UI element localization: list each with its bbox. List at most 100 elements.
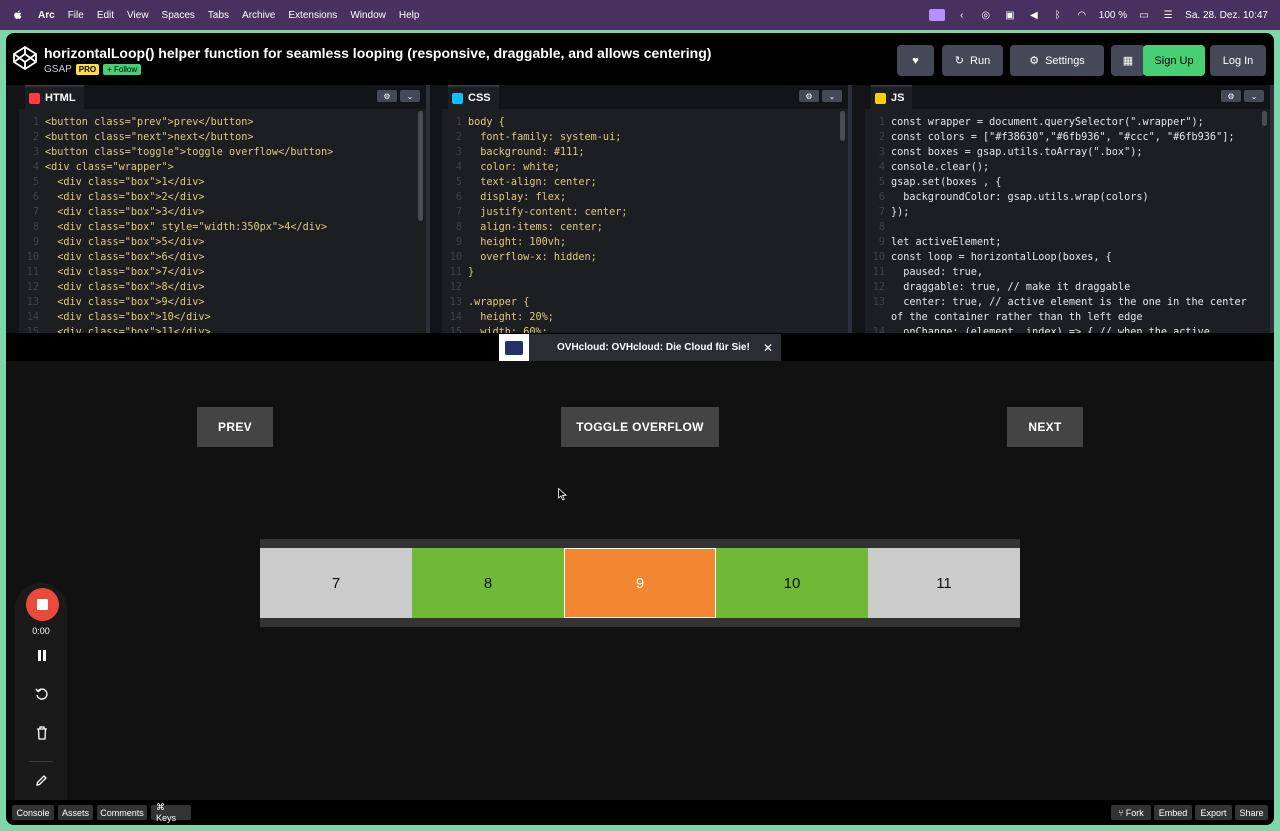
code-line[interactable]: 13 <div class="box">9</div> <box>19 295 414 310</box>
ad-banner[interactable]: OVHcloud: OVHcloud: Die Cloud für Sie! ✕ <box>499 334 781 361</box>
code-line[interactable]: 12 draggable: true, // make it draggable <box>865 280 1258 295</box>
export-button[interactable]: Export <box>1195 805 1232 820</box>
editor-settings-gear-icon[interactable]: ⚙ <box>1221 90 1241 102</box>
change-view-button[interactable]: ▦ <box>1111 45 1145 76</box>
apple-icon[interactable] <box>12 9 24 21</box>
run-button[interactable]: ↻ Run <box>942 45 1003 76</box>
menubar-datetime[interactable]: Sa. 28. Dez. 10:47 <box>1185 10 1268 21</box>
code-line[interactable]: 10 <div class="box">6</div> <box>19 250 414 265</box>
code-line[interactable]: 3 background: #111; <box>442 145 836 160</box>
code-line[interactable]: 11} <box>442 265 836 280</box>
battery-icon[interactable]: ▭ <box>1137 9 1151 21</box>
code-line[interactable]: 12 <div class="box">8</div> <box>19 280 414 295</box>
codepen-logo-icon[interactable] <box>12 45 38 71</box>
menu-window[interactable]: Window <box>350 10 386 21</box>
restart-icon[interactable] <box>33 685 50 702</box>
carousel-box[interactable]: 10 <box>716 548 868 618</box>
menu-archive[interactable]: Archive <box>242 10 275 21</box>
code-line[interactable]: 8 align-items: center; <box>442 220 836 235</box>
carousel-box[interactable]: 7 <box>260 548 412 618</box>
code-line[interactable]: 14 height: 20%; <box>442 310 836 325</box>
html-code[interactable]: 1 <button class="prev">prev</button> 2 <but… <box>19 115 414 333</box>
menu-file[interactable]: File <box>68 10 84 21</box>
calendar-icon[interactable]: ▣ <box>1003 9 1017 21</box>
next-button[interactable]: NEXT <box>1007 407 1083 447</box>
code-line[interactable]: 7 <div class="box">3</div> <box>19 205 414 220</box>
carousel-box[interactable]: 8 <box>412 548 564 618</box>
code-line[interactable]: 15 width: 60%; <box>442 325 836 333</box>
fork-button[interactable]: ⑂ Fork <box>1111 805 1151 820</box>
code-line[interactable]: 9 <div class="box">5</div> <box>19 235 414 250</box>
code-line[interactable]: 4 console.clear(); <box>865 160 1258 175</box>
embed-button[interactable]: Embed <box>1154 805 1192 820</box>
focus-icon[interactable]: ◎ <box>979 9 993 21</box>
js-editor[interactable]: JS ⚙ ⌄ 1 const wrapper = document.querySe… <box>865 85 1274 333</box>
menu-extensions[interactable]: Extensions <box>288 10 337 21</box>
signup-button[interactable]: Sign Up <box>1143 45 1205 76</box>
code-line[interactable]: 7 justify-content: center; <box>442 205 836 220</box>
code-line[interactable]: 1 <button class="prev">prev</button> <box>19 115 414 130</box>
volume-icon[interactable]: ◀ <box>1027 9 1041 21</box>
carousel-box[interactable]: 9 <box>564 548 716 618</box>
login-button[interactable]: Log In <box>1210 45 1266 76</box>
keys-button[interactable]: ⌘ Keys <box>151 802 191 823</box>
menu-view[interactable]: View <box>127 10 149 21</box>
screen-mirroring-icon[interactable] <box>928 9 945 21</box>
code-line[interactable]: 13 .wrapper { <box>442 295 836 310</box>
code-line[interactable]: 1 const wrapper = document.querySelector(… <box>865 115 1258 130</box>
html-editor[interactable]: HTML ⚙ ⌄ 1 <button class="prev">prev</but… <box>19 85 430 333</box>
scrollbar[interactable] <box>418 111 423 221</box>
code-line[interactable]: 15 <div class="box">11</div> <box>19 325 414 333</box>
code-line[interactable]: 10 const loop = horizontalLoop(boxes, { <box>865 250 1258 265</box>
pen-author[interactable]: GSAP <box>44 64 72 75</box>
pencil-icon[interactable] <box>33 772 50 789</box>
chevron-down-icon[interactable]: ⌄ <box>400 90 420 102</box>
stop-recording-button[interactable] <box>26 588 59 621</box>
scrollbar[interactable] <box>840 111 845 141</box>
wifi-icon[interactable]: ◠ <box>1075 9 1089 21</box>
css-editor[interactable]: CSS ⚙ ⌄ 1 body {2 font-family: system-ui;… <box>442 85 852 333</box>
code-line[interactable]: 11 <div class="box">7</div> <box>19 265 414 280</box>
toggle-overflow-button[interactable]: TOGGLE OVERFLOW <box>561 407 719 447</box>
editor-settings-gear-icon[interactable]: ⚙ <box>377 90 397 102</box>
code-line[interactable]: 5 <div class="box">1</div> <box>19 175 414 190</box>
code-line[interactable]: 8 <div class="box" style="width:350px">4… <box>19 220 414 235</box>
code-line[interactable]: 2 const colors = ["#f38630","#6fb936", "#… <box>865 130 1258 145</box>
chevron-left-icon[interactable]: ‹ <box>955 9 969 21</box>
chevron-down-icon[interactable]: ⌄ <box>1244 90 1264 102</box>
code-line[interactable]: 5 gsap.set(boxes , { <box>865 175 1258 190</box>
code-line[interactable]: 8 <box>865 220 1258 235</box>
share-button[interactable]: Share <box>1235 805 1268 820</box>
code-line[interactable]: 5 text-align: center; <box>442 175 836 190</box>
css-tab[interactable]: CSS <box>448 85 499 109</box>
code-line[interactable]: 14 <div class="box">10</div> <box>19 310 414 325</box>
code-line[interactable]: 9 let activeElement; <box>865 235 1258 250</box>
code-line[interactable]: 4 <div class="wrapper"> <box>19 160 414 175</box>
code-line[interactable]: 10 overflow-x: hidden; <box>442 250 836 265</box>
comments-button[interactable]: Comments <box>97 805 147 820</box>
code-line[interactable]: 14 onChange: (element, index) => { // wh… <box>865 325 1258 333</box>
prev-button[interactable]: PREV <box>197 407 273 447</box>
control-center-icon[interactable]: ☰ <box>1161 9 1175 21</box>
js-tab[interactable]: JS <box>871 85 913 109</box>
ad-text[interactable]: OVHcloud: OVHcloud: Die Cloud für Sie! <box>557 342 750 353</box>
assets-button[interactable]: Assets <box>58 805 93 820</box>
code-line[interactable]: 11 paused: true, <box>865 265 1258 280</box>
code-line[interactable]: 7}); <box>865 205 1258 220</box>
editor-settings-gear-icon[interactable]: ⚙ <box>799 90 819 102</box>
menu-help[interactable]: Help <box>399 10 420 21</box>
code-line[interactable]: 6 display: flex; <box>442 190 836 205</box>
pause-icon[interactable] <box>33 647 50 664</box>
code-line[interactable]: 4 color: white; <box>442 160 836 175</box>
carousel-box[interactable]: 11 <box>868 548 1020 618</box>
chevron-down-icon[interactable]: ⌄ <box>822 90 842 102</box>
console-button[interactable]: Console <box>12 805 54 820</box>
code-line[interactable]: 2 font-family: system-ui; <box>442 130 836 145</box>
follow-button[interactable]: + Follow <box>103 64 142 75</box>
settings-button[interactable]: ⚙ Settings <box>1010 45 1104 76</box>
trash-icon[interactable] <box>33 724 50 741</box>
code-line[interactable]: 12 <box>442 280 836 295</box>
menu-edit[interactable]: Edit <box>97 10 114 21</box>
js-code[interactable]: 1 const wrapper = document.querySelector(… <box>865 115 1258 333</box>
code-line[interactable]: 1 body { <box>442 115 836 130</box>
